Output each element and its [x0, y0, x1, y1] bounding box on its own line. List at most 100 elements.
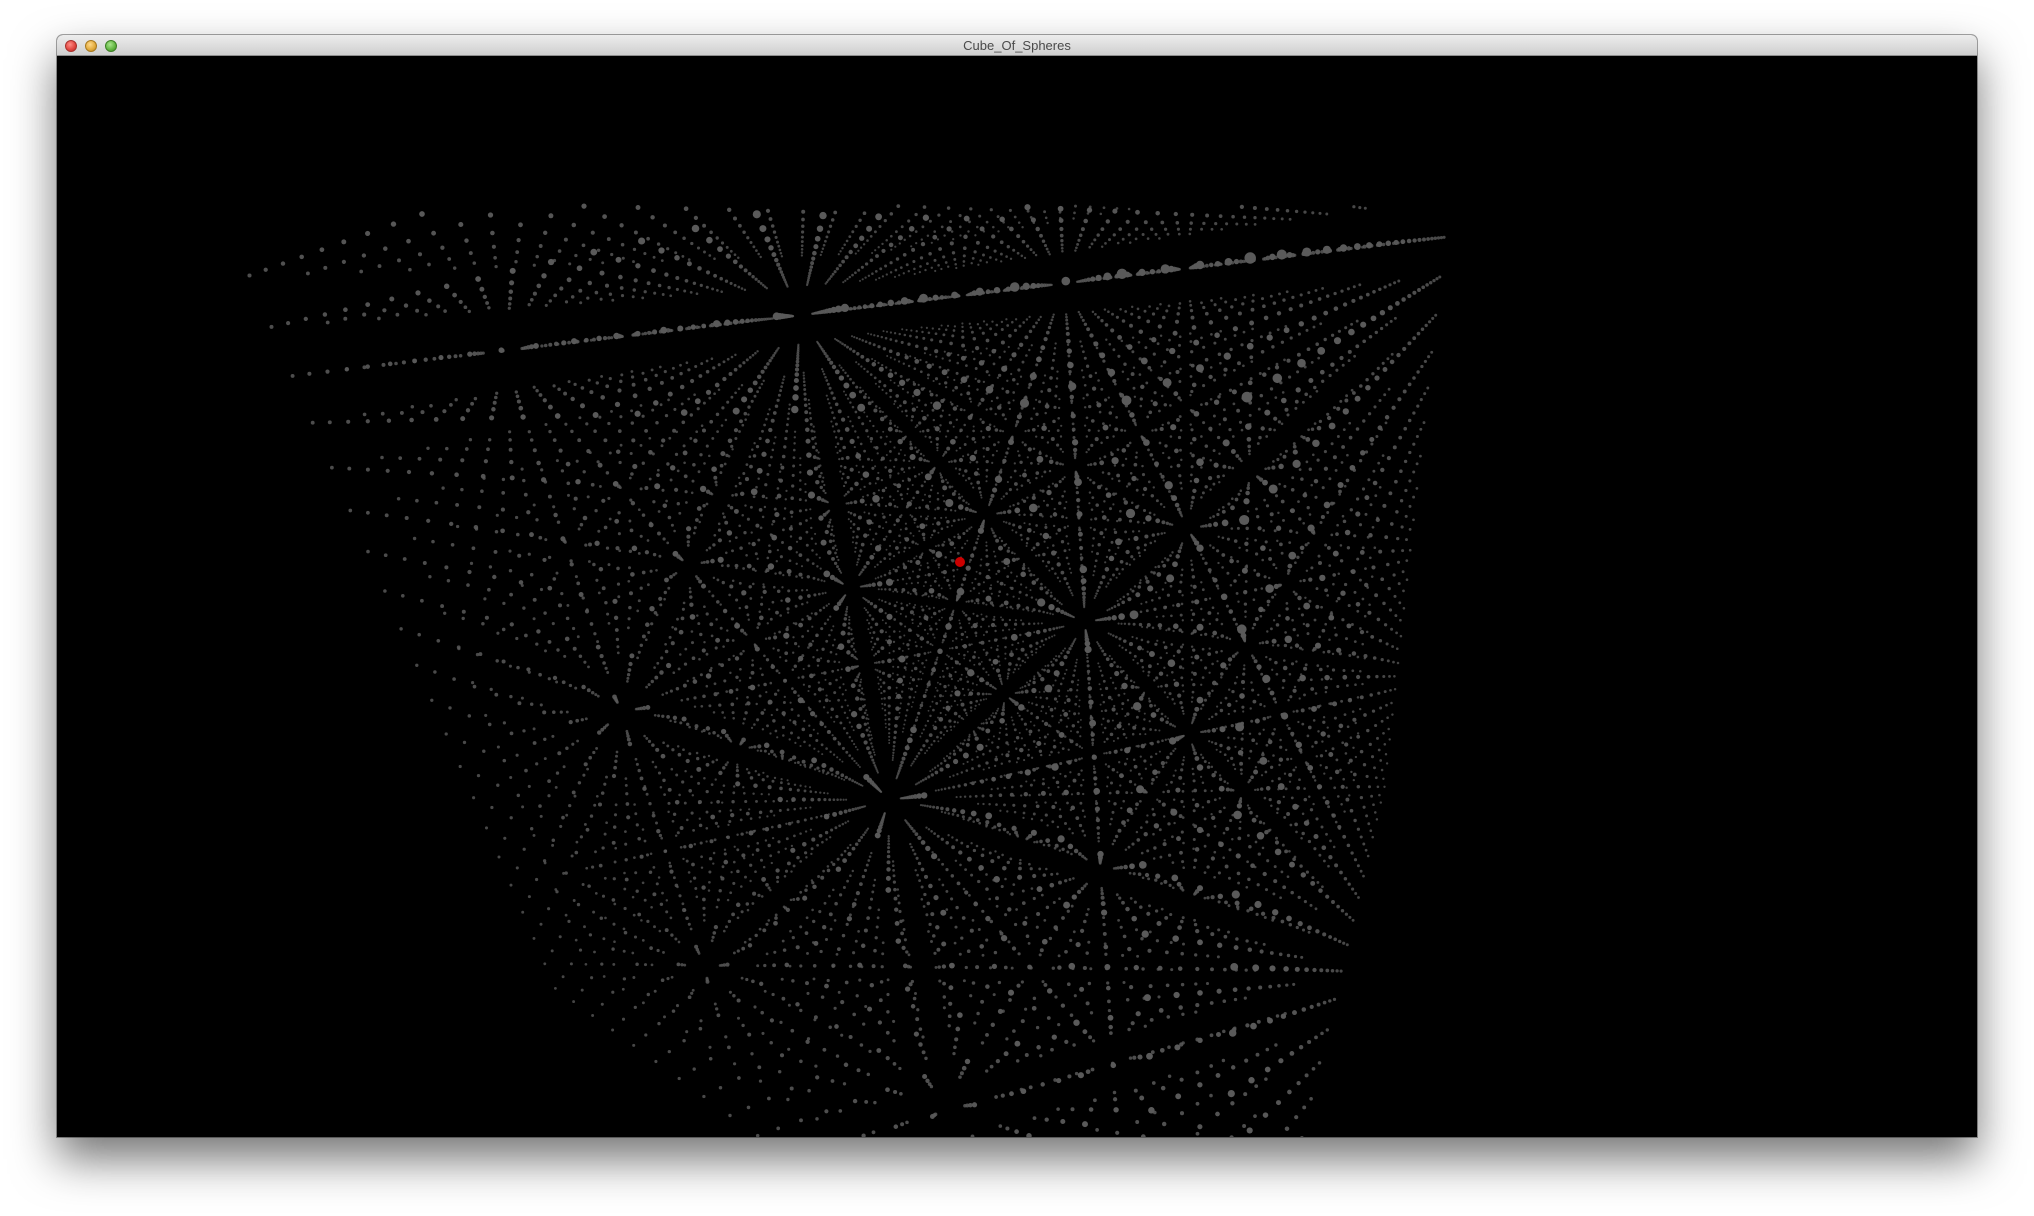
sphere — [926, 640, 930, 644]
sphere — [1053, 597, 1057, 601]
sphere — [1042, 643, 1045, 646]
sphere — [1088, 491, 1092, 494]
sphere — [992, 531, 995, 535]
sphere — [1168, 371, 1172, 375]
sphere — [1115, 416, 1118, 419]
sphere — [800, 248, 804, 251]
sphere — [1356, 557, 1360, 561]
sphere — [1156, 532, 1160, 536]
sphere — [813, 768, 817, 771]
sphere — [963, 408, 966, 412]
sphere — [624, 777, 628, 780]
sphere — [1213, 341, 1217, 345]
sphere — [1141, 464, 1144, 468]
sphere — [841, 477, 844, 480]
sphere — [1142, 521, 1146, 525]
sphere — [928, 625, 931, 627]
sphere — [973, 602, 976, 605]
sphere — [767, 752, 771, 756]
sphere — [1174, 769, 1177, 772]
sphere — [905, 604, 909, 607]
sphere — [820, 250, 823, 254]
sphere — [1251, 626, 1255, 630]
sphere — [1221, 536, 1225, 540]
sphere — [913, 557, 916, 560]
sphere — [621, 987, 625, 991]
sphere — [1154, 565, 1157, 569]
sphere — [908, 460, 911, 463]
sphere — [881, 941, 885, 945]
sphere — [710, 634, 714, 638]
sphere — [1131, 635, 1134, 639]
sphere — [735, 688, 739, 692]
sphere — [868, 341, 872, 345]
sphere — [1129, 472, 1133, 475]
sphere — [883, 709, 887, 712]
sphere — [931, 484, 934, 487]
sphere — [623, 871, 626, 875]
sphere — [778, 671, 781, 675]
sphere — [1223, 337, 1227, 341]
sphere — [1106, 785, 1109, 788]
sphere — [1255, 507, 1258, 511]
sphere — [811, 625, 814, 628]
sphere — [753, 394, 757, 398]
sphere — [876, 563, 879, 566]
sphere — [1228, 876, 1231, 880]
sphere — [1082, 350, 1085, 354]
sphere — [770, 825, 774, 829]
sphere — [969, 400, 973, 403]
sphere — [1105, 585, 1108, 588]
sphere — [798, 488, 802, 491]
sphere — [816, 843, 819, 847]
sphere — [898, 630, 901, 633]
sphere — [1016, 691, 1019, 694]
sphere — [873, 376, 877, 380]
sphere — [1043, 919, 1047, 922]
sphere — [1103, 752, 1106, 755]
sphere — [1104, 763, 1108, 766]
sphere — [674, 834, 678, 837]
sphere — [869, 235, 873, 238]
sphere — [708, 704, 712, 708]
sphere — [681, 902, 685, 906]
sphere — [707, 889, 711, 892]
sphere — [898, 515, 902, 519]
sphere — [1137, 530, 1141, 533]
sphere — [990, 646, 993, 649]
sphere — [1024, 661, 1027, 664]
sphere — [1117, 479, 1121, 483]
sphere — [898, 647, 901, 650]
sphere — [776, 880, 779, 884]
sphere — [1382, 777, 1385, 781]
sphere — [898, 274, 901, 277]
sphere — [1216, 705, 1219, 708]
sphere — [1266, 716, 1270, 719]
sphere — [1234, 745, 1237, 749]
sphere — [1189, 441, 1193, 445]
sphere — [1083, 815, 1086, 818]
sphere — [787, 1003, 791, 1007]
sphere — [940, 267, 943, 271]
sphere — [1160, 364, 1163, 368]
sphere — [1211, 689, 1214, 693]
sphere — [1284, 787, 1288, 791]
render-canvas[interactable] — [57, 56, 1977, 1137]
sphere — [1119, 597, 1122, 601]
sphere — [1182, 667, 1185, 670]
sphere — [1301, 812, 1305, 816]
sphere — [1191, 772, 1195, 776]
sphere — [1080, 345, 1084, 348]
sphere — [658, 929, 662, 933]
sphere — [806, 601, 809, 604]
sphere — [892, 740, 896, 744]
sphere — [1159, 855, 1163, 859]
sphere — [1144, 733, 1147, 736]
sphere — [1094, 594, 1097, 598]
sphere — [861, 278, 864, 281]
title-bar[interactable]: Cube_Of_Spheres — [57, 35, 1977, 56]
sphere — [729, 809, 733, 812]
sphere — [1146, 237, 1150, 240]
sphere — [1054, 658, 1058, 662]
sphere — [1023, 759, 1026, 762]
